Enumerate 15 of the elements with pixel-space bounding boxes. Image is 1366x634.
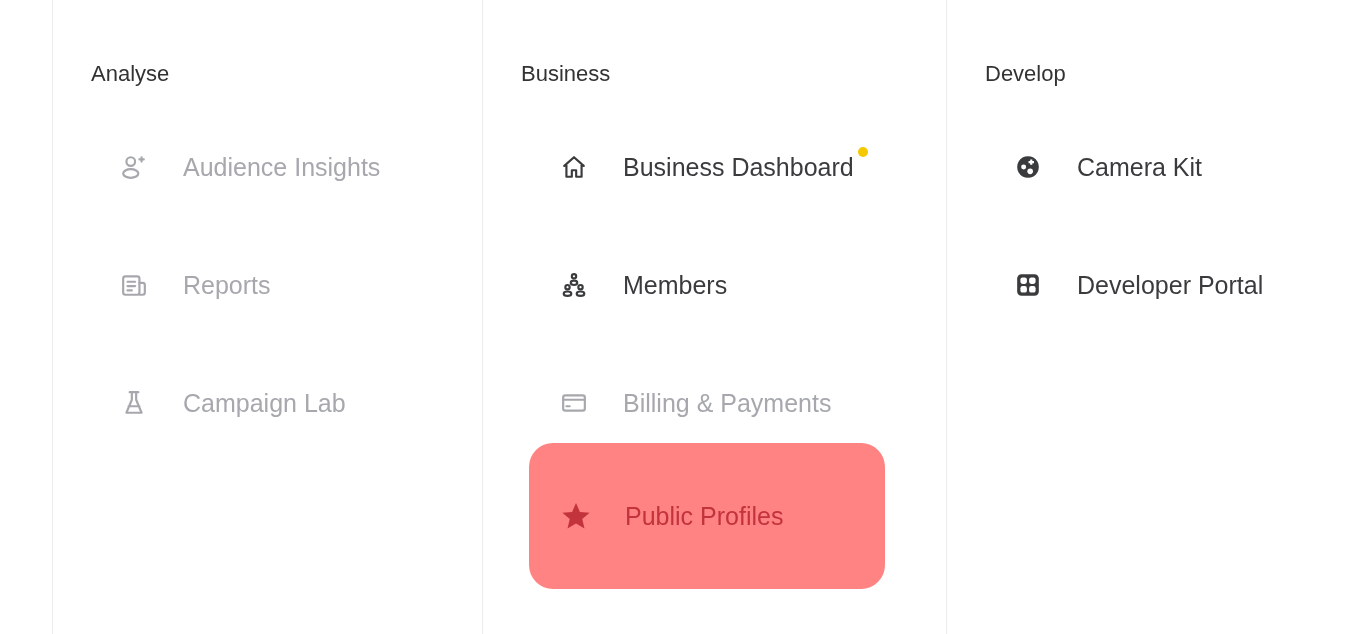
- menu-item[interactable]: Camera Kit: [985, 147, 1203, 187]
- menu-item[interactable]: Developer Portal: [985, 265, 1264, 305]
- person-add-icon: [121, 154, 147, 180]
- menu-item[interactable]: Public Profiles: [529, 443, 885, 589]
- members-icon: [561, 272, 587, 298]
- section-heading: Business: [521, 60, 612, 88]
- star-icon: [561, 501, 591, 531]
- home-icon: [561, 154, 587, 180]
- report-icon: [121, 272, 147, 298]
- section-heading: Develop: [985, 60, 1067, 88]
- menu-item[interactable]: Business Dashboard: [521, 147, 868, 187]
- grid-icon: [1015, 272, 1041, 298]
- section-heading: Analyse: [91, 60, 171, 88]
- lens-icon: [1015, 154, 1041, 180]
- menu-item[interactable]: Members: [521, 265, 728, 305]
